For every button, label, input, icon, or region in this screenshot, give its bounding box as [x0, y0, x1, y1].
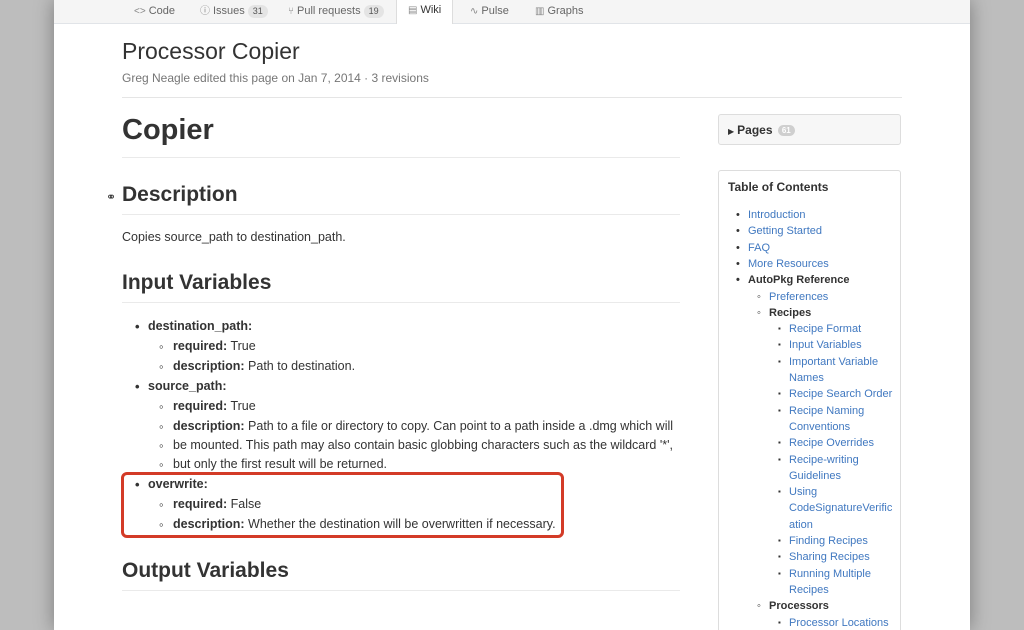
divider	[122, 590, 680, 591]
toc-item[interactable]: Running Multiple	[778, 566, 871, 582]
repo-nav: <> Code ⓘ Issues 31 ⑂ Pull requests 19 ▤ Wiki …	[54, 0, 970, 24]
description-label: description:	[173, 419, 245, 433]
toc-item[interactable]: Getting Started	[736, 223, 822, 239]
triangle-right-icon: ▶	[728, 127, 735, 136]
variable-name: destination_path:	[135, 319, 252, 334]
toc-item[interactable]: Recipe Naming	[778, 403, 864, 419]
toc-item[interactable]: Recipes	[789, 582, 829, 598]
divider	[122, 214, 680, 215]
page-title: Processor Copier	[122, 38, 300, 64]
pulse-icon: ∿	[470, 6, 479, 17]
annotation-highlight-box	[121, 472, 564, 538]
toc-item[interactable]: Sharing Recipes	[778, 549, 870, 565]
description-heading: Description	[122, 183, 238, 206]
output-variables-heading: Output Variables	[122, 559, 289, 582]
toc-item: AutoPkg Reference	[736, 272, 850, 288]
tab-graphs[interactable]: ▥ Graphs	[535, 2, 584, 24]
tab-pulse[interactable]: ∿ Pulse	[470, 2, 509, 24]
description-text: Copies source_path to destination_path.	[122, 230, 346, 244]
page-edit-meta: Greg Neagle edited this page on Jan 7, 2…	[122, 71, 429, 85]
required-value: True	[230, 399, 256, 413]
description-continuation: but only the first result will be return…	[159, 457, 387, 472]
link-anchor-icon[interactable]: ⚭	[106, 190, 116, 204]
description-value: be mounted. This path may also contain b…	[173, 438, 673, 452]
issues-count-badge: 31	[247, 5, 268, 18]
toc-item[interactable]: Recipe Overrides	[778, 435, 874, 451]
toc-item[interactable]: Recipe-writing	[778, 452, 859, 468]
toc-title: Table of Contents	[728, 180, 829, 194]
tab-issues[interactable]: ⓘ Issues 31	[200, 2, 268, 24]
list-item: required: True	[159, 399, 256, 414]
toc-item: Processors	[757, 598, 829, 614]
main-heading: Copier	[122, 114, 214, 146]
description-label: description:	[173, 359, 245, 373]
tab-pull-requests[interactable]: ⑂ Pull requests 19	[288, 2, 384, 24]
pages-label: ▶ Pages 61	[728, 123, 795, 137]
issue-icon: ⓘ	[200, 6, 210, 17]
required-label: required:	[173, 339, 228, 353]
list-item: description: Path to destination.	[159, 359, 356, 374]
toc-item[interactable]: FAQ	[736, 240, 770, 256]
toc-item[interactable]: Preferences	[757, 289, 828, 305]
toc-item[interactable]: Processor Locations	[778, 615, 889, 630]
tab-pulse-label: Pulse	[481, 5, 509, 17]
pull-requests-count-badge: 19	[363, 5, 384, 18]
tab-code-label: Code	[148, 5, 175, 17]
toc-item[interactable]: Conventions	[789, 419, 850, 435]
toc-item[interactable]: Names	[789, 370, 824, 386]
graph-icon: ▥	[535, 6, 545, 17]
toc-item[interactable]: More Resources	[736, 256, 829, 272]
toc-item[interactable]: Using	[778, 484, 817, 500]
list-item: required: True	[159, 339, 256, 354]
tab-code[interactable]: <> Code	[134, 2, 175, 24]
toc-item[interactable]: Input Variables	[778, 337, 862, 353]
toc-item: Recipes	[757, 305, 811, 321]
tab-wiki[interactable]: ▤ Wiki	[396, 0, 454, 24]
pull-request-icon: ⑂	[288, 6, 294, 17]
input-variables-heading: Input Variables	[122, 271, 272, 294]
table-of-contents: Table of Contents IntroductionGetting St…	[718, 170, 901, 630]
toc-item[interactable]: ation	[789, 517, 813, 533]
pages-label-text: Pages	[737, 123, 773, 137]
list-item: description: Path to a file or directory…	[159, 419, 674, 434]
toc-item[interactable]: Important Variable	[778, 354, 878, 370]
book-icon: ▤	[408, 5, 418, 16]
toc-item[interactable]: Guidelines	[789, 468, 841, 484]
divider	[122, 97, 902, 98]
variable-name: source_path:	[135, 379, 226, 394]
pages-toggle[interactable]: ▶ Pages 61	[718, 114, 901, 145]
tab-wiki-label: Wiki	[420, 4, 442, 16]
toc-item[interactable]: CodeSignatureVerific	[789, 500, 892, 516]
description-value: but only the first result will be return…	[173, 457, 387, 471]
toc-item[interactable]: Finding Recipes	[778, 533, 868, 549]
tab-issues-label: Issues	[213, 5, 245, 17]
toc-item[interactable]: Introduction	[736, 207, 806, 223]
tab-pull-requests-label: Pull requests	[297, 5, 361, 17]
tab-graphs-label: Graphs	[547, 5, 584, 17]
toc-item[interactable]: Recipe Search Order	[778, 386, 892, 402]
toc-item[interactable]: Recipe Format	[778, 321, 861, 337]
divider	[122, 157, 680, 158]
pages-count-badge: 61	[777, 125, 795, 136]
required-label: required:	[173, 399, 228, 413]
description-value: Path to a file or directory to copy. Can…	[248, 419, 674, 433]
required-value: True	[230, 339, 256, 353]
divider	[122, 302, 680, 303]
code-icon: <>	[134, 6, 146, 17]
description-value: Path to destination.	[248, 359, 356, 373]
description-continuation: be mounted. This path may also contain b…	[159, 438, 673, 453]
